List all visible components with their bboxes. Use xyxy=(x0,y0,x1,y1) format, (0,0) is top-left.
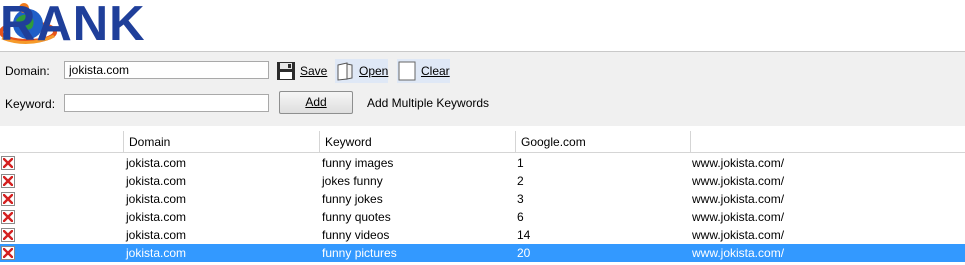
delete-row-icon[interactable] xyxy=(1,174,15,188)
cell-url: www.jokista.com/ xyxy=(692,228,785,242)
cell-google-rank: 2 xyxy=(517,174,524,188)
cell-domain: jokista.com xyxy=(126,246,187,260)
cell-keyword: funny videos xyxy=(322,228,390,242)
add-multiple-keywords-link[interactable]: Add Multiple Keywords xyxy=(367,96,489,110)
table-row[interactable]: jokista.com jokes funny 2 www.jokista.com/ xyxy=(0,172,965,190)
cell-keyword: jokes funny xyxy=(322,174,383,188)
table-row[interactable]: jokista.com funny jokes 3 www.jokista.com/ xyxy=(0,190,965,208)
keyword-input[interactable] xyxy=(64,94,269,112)
cell-domain: jokista.com xyxy=(126,192,187,206)
cell-google-rank: 20 xyxy=(517,246,531,260)
header-url[interactable] xyxy=(690,131,965,152)
add-button[interactable]: Add xyxy=(279,91,353,114)
delete-row-icon[interactable] xyxy=(1,228,15,242)
clear-label: Clear xyxy=(421,64,450,78)
cell-url: www.jokista.com/ xyxy=(692,156,785,170)
cell-google-rank: 1 xyxy=(517,156,524,170)
cell-keyword: funny images xyxy=(322,156,394,170)
delete-row-icon[interactable] xyxy=(1,210,15,224)
open-button[interactable]: Open xyxy=(335,59,389,83)
header-delete-column[interactable] xyxy=(0,131,123,152)
cell-keyword: funny jokes xyxy=(322,192,383,206)
open-label: Open xyxy=(359,64,389,78)
cell-domain: jokista.com xyxy=(126,174,187,188)
save-label: Save xyxy=(300,64,328,78)
app-header: RANK CHECKER xyxy=(0,0,965,102)
cell-google-rank: 6 xyxy=(517,210,524,224)
delete-row-icon[interactable] xyxy=(1,156,15,170)
cell-domain: jokista.com xyxy=(126,228,187,242)
table-row[interactable]: jokista.com funny videos 14 www.jokista.com… xyxy=(0,226,965,244)
cell-google-rank: 14 xyxy=(517,228,531,242)
open-document-icon xyxy=(337,62,353,81)
cell-domain: jokista.com xyxy=(126,210,187,224)
header-google[interactable]: Google.com xyxy=(515,131,690,152)
table-row[interactable]: jokista.com funny quotes 6 www.jokista.com/ xyxy=(0,208,965,226)
cell-url: www.jokista.com/ xyxy=(692,246,785,260)
blank-page-icon xyxy=(398,61,416,81)
cell-url: www.jokista.com/ xyxy=(692,192,785,206)
grid-header: Domain Keyword Google.com xyxy=(0,131,965,153)
keyword-label: Keyword: xyxy=(5,97,56,111)
clear-button[interactable]: Clear xyxy=(397,59,450,83)
cell-keyword: funny quotes xyxy=(322,210,391,224)
table-row[interactable]: jokista.com funny pictures 20 www.jokista.c… xyxy=(0,244,965,262)
domain-input[interactable] xyxy=(64,61,269,79)
header-keyword[interactable]: Keyword xyxy=(319,131,515,152)
cell-url: www.jokista.com/ xyxy=(692,210,785,224)
header-domain[interactable]: Domain xyxy=(123,131,319,152)
save-button[interactable]: Save xyxy=(276,59,327,83)
cell-url: www.jokista.com/ xyxy=(692,174,785,188)
input-panel: Domain: Save Open Clear Keyword: Add Add… xyxy=(0,51,965,126)
cell-google-rank: 3 xyxy=(517,192,524,206)
delete-row-icon[interactable] xyxy=(1,246,15,260)
table-row[interactable]: jokista.com funny images 1 www.jokista.com/ xyxy=(0,154,965,172)
cell-keyword: funny pictures xyxy=(322,246,397,260)
cell-domain: jokista.com xyxy=(126,156,187,170)
results-grid: Domain Keyword Google.com jokista.com fun… xyxy=(0,131,965,265)
floppy-disk-icon xyxy=(277,62,295,80)
domain-label: Domain: xyxy=(5,64,50,78)
delete-row-icon[interactable] xyxy=(1,192,15,206)
